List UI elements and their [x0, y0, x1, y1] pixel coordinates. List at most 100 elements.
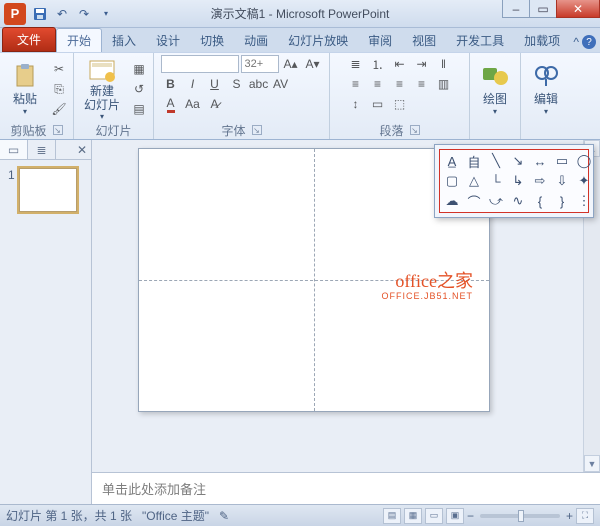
shape-elbow-icon[interactable]: └: [486, 172, 506, 190]
bullets-icon[interactable]: ≣: [346, 55, 366, 73]
smartart-icon[interactable]: ⬚: [390, 95, 410, 113]
align-text-icon[interactable]: ▭: [368, 95, 388, 113]
drawing-button[interactable]: 绘图 ▾: [474, 60, 516, 118]
thumbnail-number: 1: [8, 168, 15, 212]
shape-more-icon[interactable]: ⋮: [574, 192, 594, 210]
tab-addins[interactable]: 加载项: [514, 29, 570, 52]
normal-view-icon[interactable]: ▤: [383, 508, 401, 524]
shadow-icon[interactable]: abc: [249, 75, 269, 93]
dialog-launcher-icon[interactable]: ↘: [252, 125, 262, 135]
maximize-button[interactable]: ▭: [529, 0, 557, 18]
minimize-button[interactable]: –: [502, 0, 530, 18]
shape-arrowline-icon[interactable]: ↘: [508, 152, 528, 170]
indent-inc-icon[interactable]: ⇥: [412, 55, 432, 73]
shape-line-icon[interactable]: ╲: [486, 152, 506, 170]
shape-triangle-icon[interactable]: △: [464, 172, 484, 190]
language-icon[interactable]: ✎: [219, 509, 229, 523]
shape-arrowdown-icon[interactable]: ⇩: [552, 172, 572, 190]
sorter-view-icon[interactable]: ▦: [404, 508, 422, 524]
redo-icon[interactable]: ↷: [74, 4, 94, 24]
pane-close-icon[interactable]: ✕: [73, 140, 91, 159]
shape-textbox-icon[interactable]: A̲: [442, 152, 462, 170]
columns-icon[interactable]: ▥: [434, 75, 454, 93]
minimize-ribbon-icon[interactable]: ^: [573, 35, 579, 49]
outline-tab-icon[interactable]: ≣: [28, 140, 56, 159]
slide-thumbnail[interactable]: [19, 168, 77, 212]
undo-icon[interactable]: ↶: [52, 4, 72, 24]
group-drawing: 绘图 ▾: [470, 53, 521, 139]
reset-icon[interactable]: ↺: [129, 80, 149, 98]
strike-icon[interactable]: S: [227, 75, 247, 93]
tab-transitions[interactable]: 切换: [190, 29, 234, 52]
cut-icon[interactable]: ✂: [49, 60, 69, 78]
align-center-icon[interactable]: ≡: [368, 75, 388, 93]
grow-font-icon[interactable]: A▴: [281, 55, 301, 73]
notes-pane[interactable]: 单击此处添加备注: [92, 472, 600, 504]
text-direction-icon[interactable]: ↕: [346, 95, 366, 113]
zoom-in-icon[interactable]: +: [566, 509, 573, 523]
close-button[interactable]: ✕: [556, 0, 600, 18]
font-name-input[interactable]: [161, 55, 239, 73]
shape-star-icon[interactable]: ✦: [574, 172, 594, 190]
shape-elbowarrow-icon[interactable]: ↳: [508, 172, 528, 190]
new-slide-button[interactable]: 新建 幻灯片 ▾: [78, 55, 126, 122]
shape-cloud-icon[interactable]: ☁: [442, 192, 462, 210]
shape-rightbrace-icon[interactable]: }: [552, 192, 572, 210]
app-icon[interactable]: P: [4, 3, 26, 25]
align-right-icon[interactable]: ≡: [390, 75, 410, 93]
slides-tab-icon[interactable]: ▭: [0, 140, 28, 159]
tab-view[interactable]: 视图: [402, 29, 446, 52]
numbering-icon[interactable]: ⒈: [368, 55, 388, 73]
fit-window-icon[interactable]: ⛶: [576, 508, 594, 524]
shape-oval-icon[interactable]: ◯: [574, 152, 594, 170]
zoom-out-icon[interactable]: −: [467, 509, 474, 523]
shape-arrowright-icon[interactable]: ⇨: [530, 172, 550, 190]
underline-icon[interactable]: U: [205, 75, 225, 93]
shape-roundrect-icon[interactable]: ▢: [442, 172, 462, 190]
shape-doublearrow-icon[interactable]: ↔: [530, 152, 550, 170]
bold-icon[interactable]: B: [161, 75, 181, 93]
shrink-font-icon[interactable]: A▾: [303, 55, 323, 73]
indent-dec-icon[interactable]: ⇤: [390, 55, 410, 73]
slideshow-view-icon[interactable]: ▣: [446, 508, 464, 524]
tab-slideshow[interactable]: 幻灯片放映: [278, 29, 358, 52]
font-color-icon[interactable]: A: [161, 95, 181, 113]
tab-home[interactable]: 开始: [56, 28, 102, 52]
zoom-thumb[interactable]: [518, 510, 524, 522]
shape-curve-icon[interactable]: ∿: [508, 192, 528, 210]
scroll-down-icon[interactable]: ▼: [584, 455, 600, 472]
shape-vtextbox-icon[interactable]: ⾃: [464, 152, 484, 170]
qat-dropdown-icon[interactable]: ▾: [96, 4, 116, 24]
section-icon[interactable]: ▤: [129, 100, 149, 118]
dialog-launcher-icon[interactable]: ↘: [410, 125, 420, 135]
guide-vertical: [314, 149, 315, 411]
shape-connector2-icon[interactable]: ⤻: [486, 192, 506, 210]
tab-design[interactable]: 设计: [146, 29, 190, 52]
font-size-input[interactable]: [241, 55, 279, 73]
clear-format-icon[interactable]: A̷: [205, 95, 225, 113]
italic-icon[interactable]: I: [183, 75, 203, 93]
save-icon[interactable]: [30, 4, 50, 24]
reading-view-icon[interactable]: ▭: [425, 508, 443, 524]
dialog-launcher-icon[interactable]: ↘: [53, 125, 63, 135]
justify-icon[interactable]: ≡: [412, 75, 432, 93]
spacing-icon[interactable]: AV: [271, 75, 291, 93]
format-painter-icon[interactable]: 🖌: [49, 100, 69, 118]
file-tab[interactable]: 文件: [2, 27, 56, 52]
align-left-icon[interactable]: ≡: [346, 75, 366, 93]
line-spacing-icon[interactable]: ‖: [434, 55, 454, 73]
shape-connector1-icon[interactable]: ⌒: [464, 192, 484, 210]
tab-animations[interactable]: 动画: [234, 29, 278, 52]
editing-button[interactable]: 编辑 ▾: [525, 60, 567, 118]
shape-leftbrace-icon[interactable]: {: [530, 192, 550, 210]
copy-icon[interactable]: ⎘: [49, 80, 69, 98]
tab-developer[interactable]: 开发工具: [446, 29, 514, 52]
change-case-icon[interactable]: Aa: [183, 95, 203, 113]
tab-insert[interactable]: 插入: [102, 29, 146, 52]
tab-review[interactable]: 审阅: [358, 29, 402, 52]
help-icon[interactable]: ?: [582, 35, 596, 49]
paste-button[interactable]: 粘贴 ▾: [4, 60, 46, 118]
shape-rect-icon[interactable]: ▭: [552, 152, 572, 170]
zoom-slider[interactable]: [480, 514, 560, 518]
layout-icon[interactable]: ▦: [129, 60, 149, 78]
